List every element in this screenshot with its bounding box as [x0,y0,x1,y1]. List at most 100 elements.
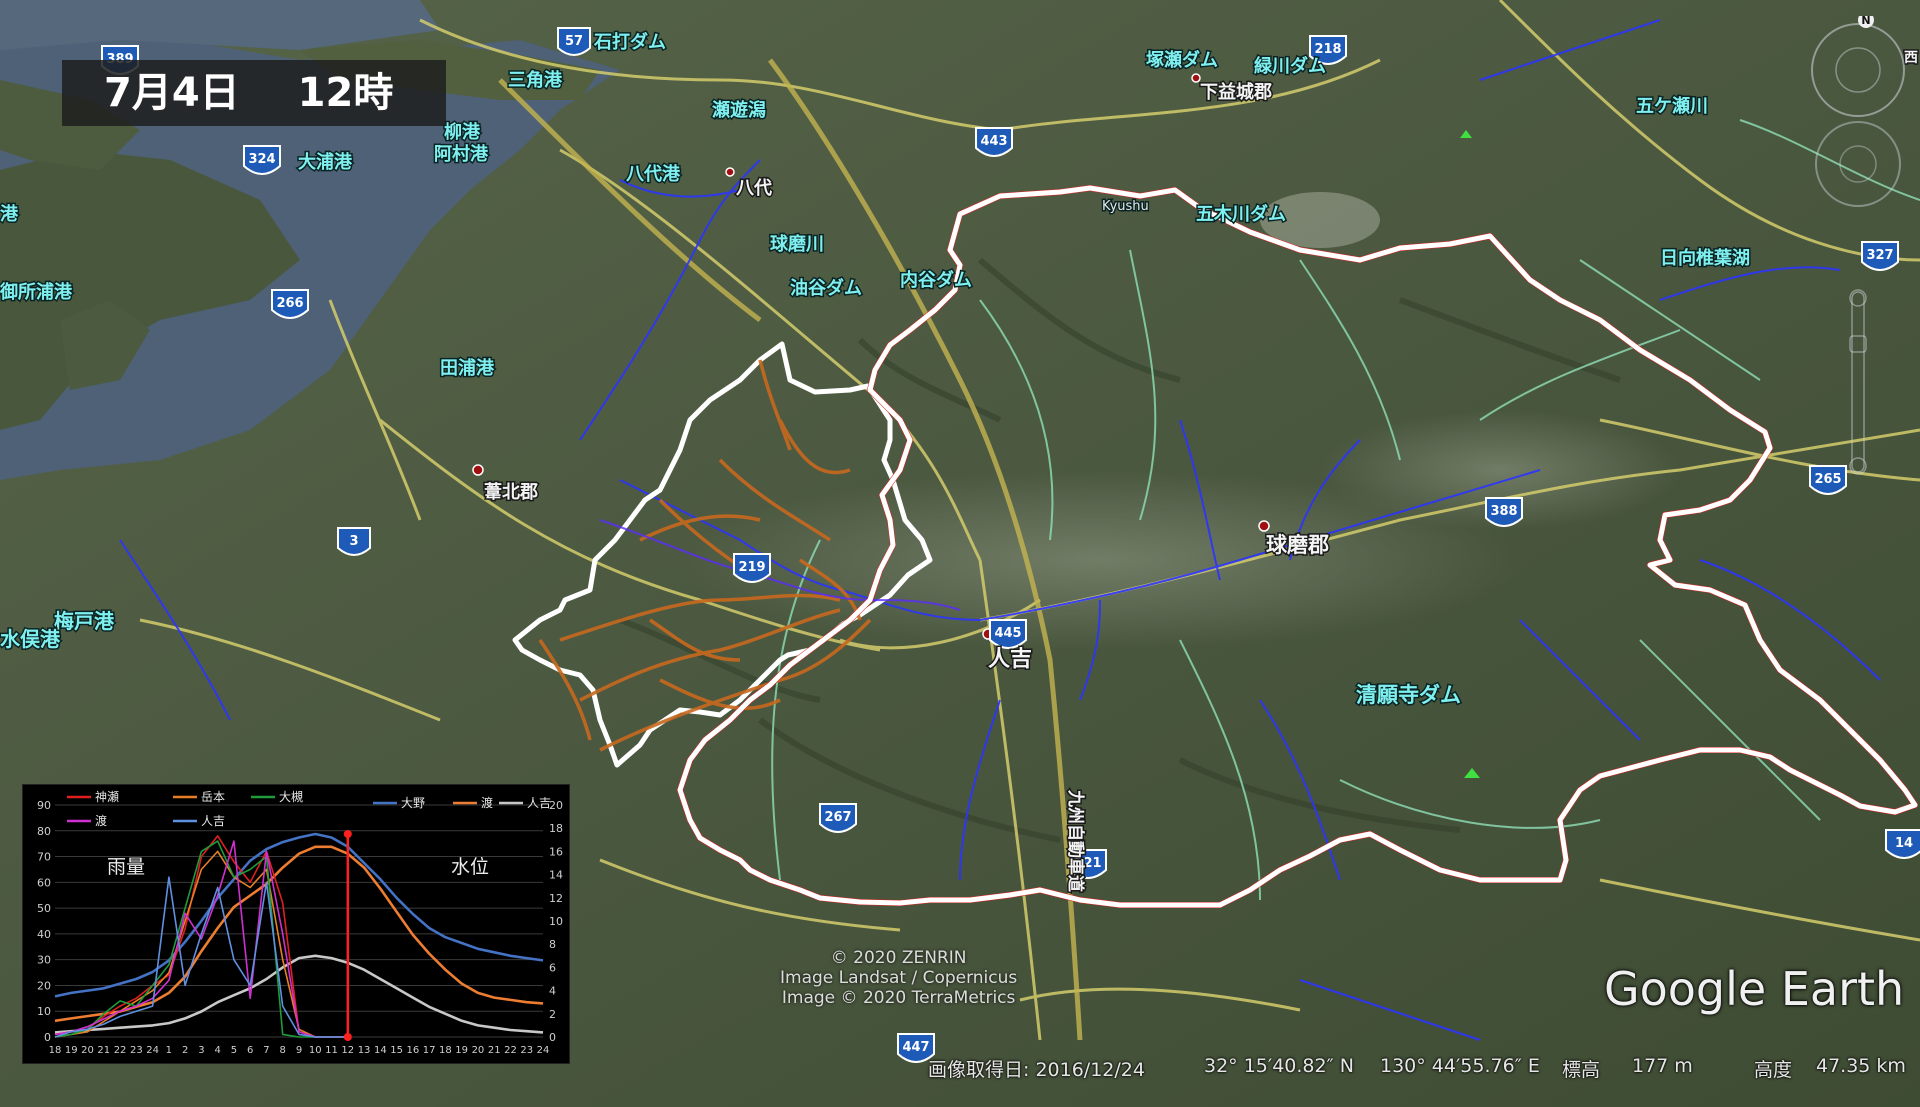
x-tick-label: 22 [114,1045,127,1056]
legend-label: 渡 [95,813,107,828]
label-kyushu: Kyushu [1102,199,1149,214]
left-tick-label: 10 [37,1005,51,1018]
x-tick-label: 4 [214,1045,220,1056]
navigation-controls[interactable]: N [1804,16,1912,656]
date-label: 7月4日 [104,70,240,116]
route-shield-266: 266 [271,289,309,319]
rain-series-line [54,850,348,1038]
left-tick-label: 0 [44,1031,51,1044]
route-shield-57: 57 [557,27,591,56]
svg-text:443: 443 [980,134,1007,149]
x-tick-label: 9 [296,1045,302,1056]
right-tick-label: 6 [549,961,556,974]
svg-text:3: 3 [349,534,358,549]
x-tick-label: 13 [358,1045,371,1056]
x-tick-label: 22 [504,1045,517,1056]
legend-label: 人吉 [201,814,225,828]
map-viewport[interactable]: 219 445 388 265 267 221 3 266 324 443 44… [0,0,1920,1107]
label-sezakiro: 瀬遊潟 [712,99,766,121]
label-tanoura-port: 田浦港 [440,357,495,379]
label-yanagi-port: 柳港 [444,121,481,143]
label-ooura-port: 大浦港 [298,151,353,173]
left-axis-label: 雨量 [107,856,145,878]
x-tick-label: 3 [198,1045,204,1056]
label-tsukase-dam: 塚瀬ダム [1146,49,1218,71]
x-tick-label: 17 [423,1045,436,1056]
x-tick-label: 20 [472,1045,485,1056]
x-tick-label: 11 [325,1045,338,1056]
current-time-dot-top [343,830,352,838]
right-tick-label: 14 [549,869,563,882]
compass-ring[interactable]: N [1811,16,1905,117]
look-joystick[interactable] [1815,121,1901,207]
left-tick-label: 50 [37,902,51,915]
x-tick-label: 14 [374,1045,387,1056]
ashikita-marker [472,464,484,476]
x-tick-label: 5 [231,1045,237,1056]
legend-label: 渡 [481,795,493,810]
label-yatsushiro: 八代 [736,178,772,199]
x-tick-label: 21 [97,1045,110,1056]
longitude-readout: 130° 44′55.76″ E [1380,1055,1540,1077]
route-shield-219: 219 [733,553,771,583]
route-shield-388: 388 [1485,497,1523,527]
label-hitoyoshi: 人吉 [988,646,1032,672]
x-tick-label: 15 [390,1045,403,1056]
x-tick-label: 7 [263,1045,269,1056]
zoom-slider[interactable] [1849,289,1867,475]
right-tick-label: 4 [549,985,556,998]
left-tick-label: 80 [37,825,51,838]
label-uchitani-dam: 内谷ダム [900,269,972,291]
x-tick-label: 21 [488,1045,501,1056]
label-ashikita: 葦北郡 [484,482,538,503]
credit-zenrin: © 2020 ZENRIN [830,948,967,968]
x-tick-label: 18 [439,1045,452,1056]
label-gotaimaru-dam: 五木川ダム [1196,203,1286,225]
svg-text:267: 267 [824,810,851,825]
elevation-label: 標高 [1562,1059,1601,1081]
svg-text:266: 266 [276,296,303,311]
rain-level-chart: 01020304050607080900246810121416182018 19… [37,789,563,1056]
label-hyuga-lake: 日向椎葉湖 [1660,247,1750,269]
x-tick-label: 16 [406,1045,419,1056]
left-tick-label: 90 [37,799,51,812]
left-tick-label: 60 [37,876,51,889]
x-tick-label: 19 [65,1045,78,1056]
label-umedo-port: 梅戸港 [54,609,115,633]
svg-text:324: 324 [248,152,275,167]
left-tick-label: 70 [37,851,51,864]
right-tick-label: 16 [549,845,563,858]
route-shield-445: 445 [989,619,1027,649]
svg-text:445: 445 [994,626,1021,641]
route-shield-14x: 14 [1885,829,1920,859]
right-axis-label: 水位 [451,856,489,878]
route-shield-3: 3 [337,527,371,556]
svg-text:219: 219 [738,560,765,575]
label-seiganji-dam: 清願寺ダム [1356,683,1461,707]
x-tick-label: 18 [49,1045,62,1056]
x-tick-label: 8 [280,1045,286,1056]
yatsushiro-marker [725,167,735,177]
right-tick-label: 0 [549,1031,556,1044]
svg-text:N: N [1861,16,1870,27]
label-sankaku-port: 三角港 [508,69,563,91]
altitude-label: 高度 [1754,1059,1793,1081]
label-kumagawa: 球磨川 [770,233,824,255]
svg-text:57: 57 [565,34,583,49]
level-series-line [54,954,544,1034]
label-goryo-port: 御所浦港 [0,281,73,303]
legend-label: 大野 [401,796,425,810]
x-tick-label: 24 [146,1045,159,1056]
x-tick-label: 24 [537,1045,550,1056]
label-yuya-dam: 油谷ダム [790,277,862,299]
label-kuma: 球磨郡 [1266,533,1329,557]
right-tick-label: 18 [549,822,563,835]
left-tick-label: 20 [37,979,51,992]
x-tick-label: 23 [520,1045,533,1056]
route-shield-443: 443 [975,127,1013,157]
credit-landsat: Image Landsat / Copernicus [780,968,1018,988]
label-midorikawa-dam: 緑川ダム [1254,55,1326,77]
x-tick-label: 6 [247,1045,253,1056]
datetime-overlay: 7月4日 12時 [62,60,446,126]
label-yatsushiro-port: 八代港 [626,164,681,185]
